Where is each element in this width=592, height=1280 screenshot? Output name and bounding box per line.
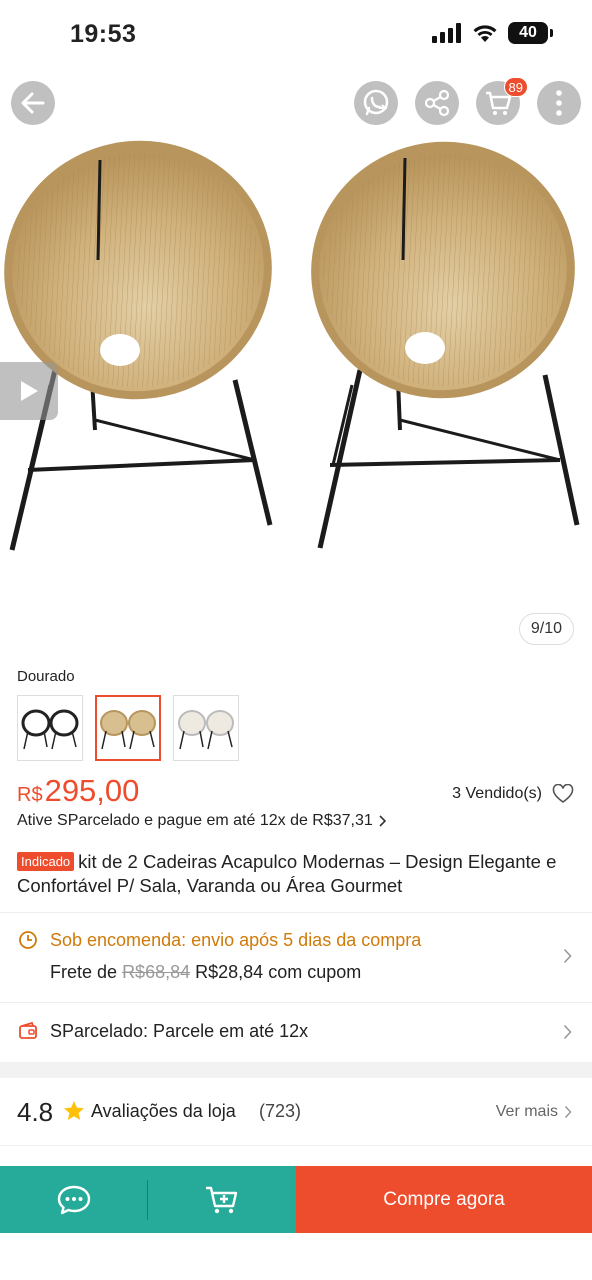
back-button[interactable]	[11, 81, 55, 125]
bottom-safe-area	[0, 1233, 592, 1280]
clock-icon	[19, 931, 37, 949]
whatsapp-share-button[interactable]	[354, 81, 398, 125]
chair-thumbnail	[178, 710, 234, 750]
chat-button[interactable]	[0, 1166, 148, 1233]
sparcelado-row[interactable]: SParcelado: Parcele em até 12x	[0, 1003, 592, 1061]
status-time: 19:53	[70, 20, 137, 48]
rating-label: Avaliações da loja	[91, 1101, 236, 1121]
price-value: 295,00	[44, 773, 140, 808]
installment-text: Ative SParcelado e pague em até 12x de R…	[17, 812, 373, 829]
variant-label: Dourado	[17, 668, 75, 685]
freight-new-price: R$28,84 com cupom	[195, 962, 362, 982]
freight-prefix: Frete de	[50, 962, 118, 982]
variant-swatch-gold[interactable]	[95, 695, 161, 761]
cart-count-badge: 89	[503, 77, 528, 97]
chairs-illustration	[4, 140, 580, 551]
chevron-right-icon	[563, 1024, 572, 1040]
bottom-bar-left	[0, 1166, 296, 1233]
divider	[0, 1145, 592, 1146]
buy-now-button[interactable]: Compre agora	[296, 1166, 592, 1233]
whatsapp-icon	[363, 89, 389, 116]
variant-swatch-white[interactable]	[173, 695, 239, 761]
store-rating-row[interactable]: 4.8 Avaliações da loja (723) Ver mais	[0, 1079, 592, 1145]
rating-count: (723)	[259, 1101, 302, 1121]
section-separator	[0, 1062, 592, 1078]
play-icon	[21, 381, 38, 401]
wifi-icon	[473, 25, 497, 42]
price: R$ 295,00	[17, 773, 139, 809]
status-bar: 19:53 40	[0, 0, 592, 70]
heart-icon[interactable]	[552, 784, 574, 804]
shipping-freight: Frete de R$68,84 R$28,84 com cupom	[50, 962, 361, 983]
battery-icon: 40	[508, 22, 553, 44]
freight-old-price: R$68,84	[122, 962, 191, 982]
shipping-row[interactable]: Sob encomenda: envio após 5 dias da comp…	[0, 914, 592, 1002]
chevron-right-icon	[379, 815, 386, 827]
shipping-title: Sob encomenda: envio após 5 dias da comp…	[50, 930, 422, 950]
chair-thumbnail	[21, 709, 79, 750]
chair-thumbnail	[100, 710, 156, 750]
installment-link[interactable]: Ative SParcelado e pague em até 12x de R…	[17, 812, 386, 830]
more-options-button[interactable]	[537, 81, 581, 125]
star-icon	[64, 1101, 84, 1120]
more-vertical-icon	[556, 90, 562, 116]
add-to-cart-button[interactable]	[148, 1166, 296, 1233]
sold-and-like: 3 Vendido(s)	[452, 784, 574, 804]
chat-icon	[57, 1185, 91, 1214]
product-image[interactable]	[0, 130, 592, 600]
see-more-label: Ver mais	[495, 1103, 558, 1120]
image-counter: 9/10	[518, 613, 574, 645]
divider	[147, 1180, 148, 1220]
variant-swatch-black[interactable]	[17, 695, 83, 761]
divider	[0, 912, 592, 913]
play-video-button[interactable]	[0, 362, 58, 420]
arrow-left-icon	[21, 92, 45, 114]
signal-icon	[432, 23, 461, 43]
chair-left	[4, 140, 273, 551]
see-more-link[interactable]: Ver mais	[496, 1103, 572, 1121]
product-title: kit de 2 Cadeiras Acapulco Modernas – De…	[17, 851, 557, 896]
sold-count: 3 Vendido(s)	[452, 785, 542, 802]
bottom-action-bar: Compre agora	[0, 1166, 592, 1233]
cart-button[interactable]: 89	[476, 77, 528, 125]
chair-right	[311, 141, 580, 549]
rating-value: 4.8	[17, 1097, 54, 1127]
share-icon	[424, 89, 450, 117]
chevron-right-icon	[563, 948, 572, 964]
product-title-block: Indicado kit de 2 Cadeiras Acapulco Moder…	[17, 850, 577, 898]
share-button[interactable]	[415, 81, 459, 125]
price-currency: R$	[17, 784, 43, 806]
wallet-icon	[19, 1021, 37, 1039]
variant-swatches	[17, 695, 239, 761]
chevron-right-icon	[564, 1105, 572, 1119]
recommended-badge: Indicado	[17, 852, 75, 871]
sparcelado-text: SParcelado: Parcele em até 12x	[50, 1021, 309, 1041]
status-icons: 40	[432, 22, 553, 44]
add-to-cart-icon	[206, 1186, 238, 1213]
